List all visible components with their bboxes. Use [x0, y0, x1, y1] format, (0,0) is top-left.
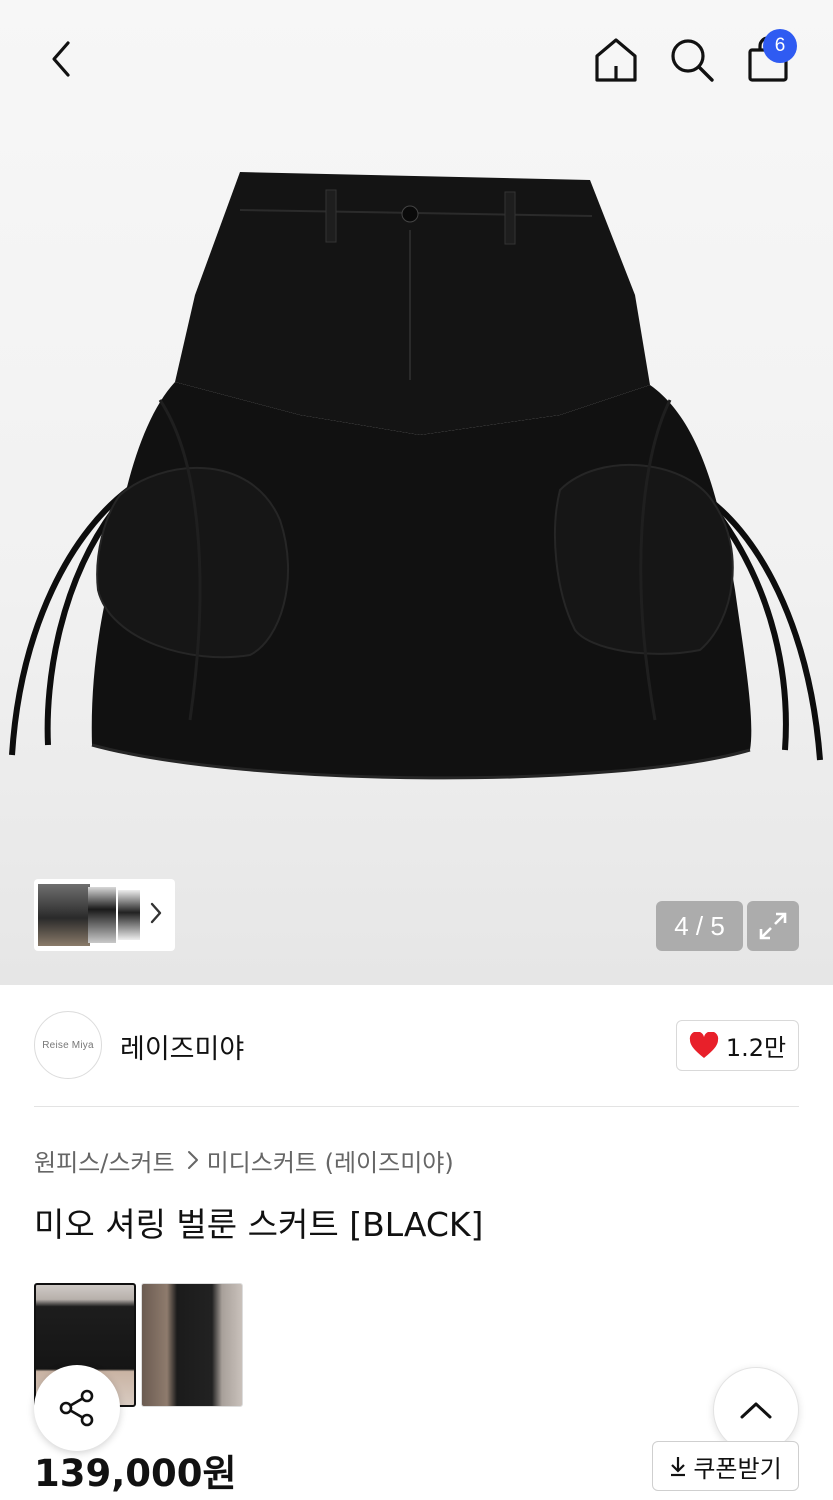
thumbnail-image[interactable]	[118, 890, 140, 940]
coupon-download-button[interactable]: 쿠폰받기	[652, 1441, 799, 1491]
brand-row: Reise Miya 레이즈미야 1.2만	[34, 1011, 799, 1081]
thumbnail-image[interactable]	[88, 887, 116, 943]
brand-name-link[interactable]: 레이즈미야	[120, 1027, 244, 1066]
chevron-right-icon	[150, 902, 162, 924]
brand-logo[interactable]: Reise Miya	[34, 1011, 102, 1079]
download-icon	[671, 1457, 686, 1477]
divider	[34, 1106, 799, 1107]
share-button[interactable]	[34, 1365, 120, 1451]
home-button[interactable]	[588, 32, 644, 88]
home-icon	[595, 38, 637, 82]
breadcrumb-category[interactable]: 원피스/스커트	[34, 1143, 175, 1178]
heart-icon	[689, 1032, 719, 1058]
search-button[interactable]	[664, 32, 720, 88]
chevron-right-icon	[187, 1150, 199, 1170]
chevron-up-icon	[740, 1402, 772, 1419]
thumbnail-image[interactable]	[38, 884, 90, 946]
breadcrumb: 원피스/스커트 미디스커트 (레이즈미야)	[34, 1142, 454, 1178]
share-icon	[59, 1389, 94, 1427]
fullscreen-button[interactable]	[747, 901, 799, 951]
brand-logo-text: Reise Miya	[42, 1039, 94, 1051]
back-button[interactable]	[36, 34, 86, 84]
chevron-left-icon	[52, 41, 70, 77]
skirt-product-image	[9, 172, 823, 780]
like-count: 1.2만	[725, 1034, 787, 1062]
color-option-swatch[interactable]	[141, 1283, 243, 1407]
coupon-label: 쿠폰받기	[693, 1454, 782, 1483]
breadcrumb-subcategory[interactable]: 미디스커트 (레이즈미야)	[207, 1143, 454, 1178]
search-icon	[671, 39, 714, 82]
cart-count-badge: 6	[763, 29, 797, 63]
image-counter: 4 / 5	[656, 901, 743, 951]
expand-icon	[759, 912, 787, 940]
product-image-gallery[interactable]: 6 4 / 5	[0, 0, 833, 985]
image-thumbnail-strip[interactable]	[34, 879, 175, 951]
like-button[interactable]: 1.2만	[676, 1020, 799, 1071]
top-navigation-bar: 6	[0, 0, 833, 120]
product-price: 139,000원	[34, 1452, 237, 1495]
product-title: 미오 셔링 벌룬 스커트 [BLACK]	[34, 1205, 484, 1244]
